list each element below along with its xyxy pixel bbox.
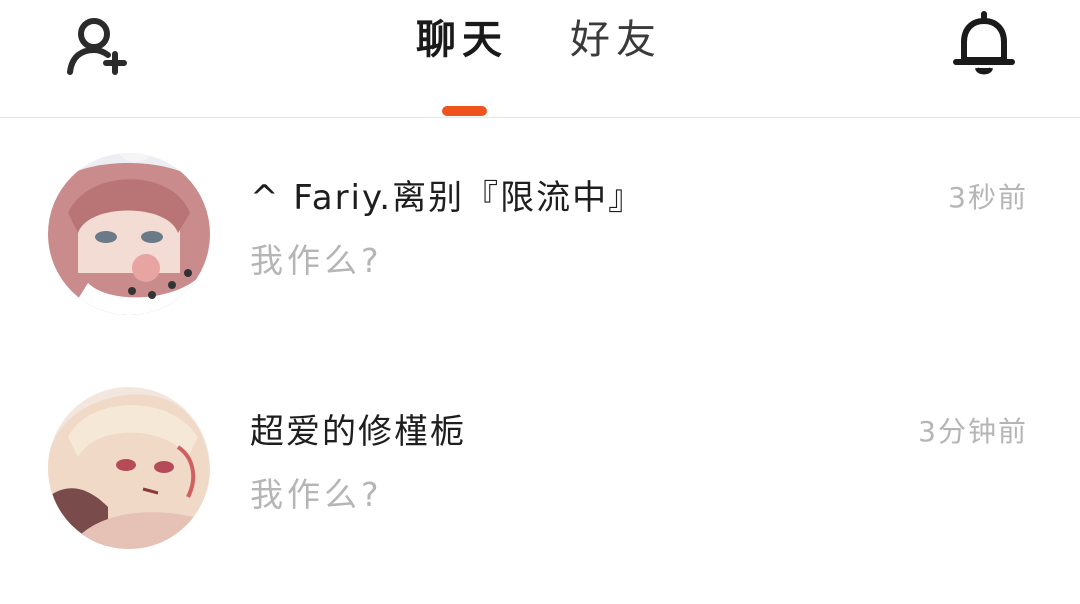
conversation-name: 超爱的修槿栀: [250, 412, 466, 452]
conversation-time: 3分钟前: [918, 415, 1028, 448]
conversation-name: ^ Fariy.离别『限流中』: [250, 178, 645, 218]
avatar[interactable]: [48, 153, 210, 315]
anime-girl-pink-hair-avatar: [48, 153, 210, 315]
notifications-button[interactable]: [950, 8, 1018, 78]
last-message: 我作么?: [250, 241, 383, 280]
tab-bar: 聊天 好友: [0, 0, 1080, 118]
conversation-row[interactable]: ^ Fariy.离别『限流中』 3秒前 我作么?: [0, 120, 1080, 340]
top-bar: 聊天 好友: [0, 0, 1080, 118]
tab-chat[interactable]: 聊天: [416, 14, 508, 66]
tab-friends[interactable]: 好友: [570, 14, 662, 66]
bell-icon: [953, 11, 1015, 75]
anime-boy-blonde-hair-avatar: [48, 387, 210, 549]
avatar[interactable]: [48, 387, 210, 549]
conversation-row[interactable]: 超爱的修槿栀 3分钟前 我作么?: [0, 354, 1080, 574]
active-tab-indicator: [442, 106, 487, 116]
conversation-time: 3秒前: [948, 181, 1028, 214]
last-message: 我作么?: [250, 475, 383, 514]
